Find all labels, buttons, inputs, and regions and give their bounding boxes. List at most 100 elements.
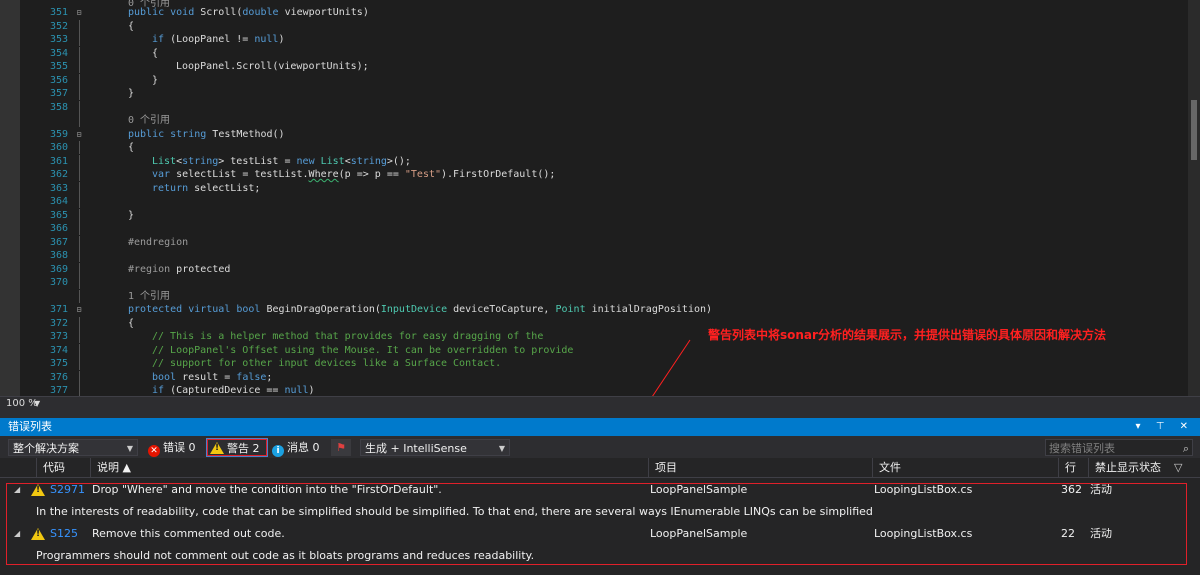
code-text: {	[152, 47, 158, 60]
code-token: (p => p ==	[338, 169, 405, 180]
code-line[interactable]: 352 {	[20, 19, 1180, 33]
code-line[interactable]: 374 // LoopPanel's Offset using the Mouse…	[20, 343, 1180, 357]
code-token: Scroll(	[200, 7, 243, 18]
reference-count[interactable]: 1 个引用	[128, 290, 170, 303]
code-text: var selectList = testList.Where(p => p =…	[152, 168, 555, 181]
reference-count[interactable]: 0 个引用	[128, 114, 170, 127]
code-token: InputDevice	[380, 304, 454, 315]
code-line[interactable]: 356}	[20, 73, 1180, 87]
warnings-filter-button[interactable]: 警告 2	[206, 438, 268, 457]
code-text: public string TestMethod()	[128, 128, 285, 141]
fold-guide	[79, 60, 80, 73]
column-description[interactable]: 说明 ▲	[90, 458, 648, 478]
line-number: 374	[49, 344, 68, 356]
collapse-icon[interactable]: ⊟	[74, 6, 84, 19]
code-line[interactable]: 353 if (LoopPanel != null)	[20, 33, 1180, 46]
code-line[interactable]: 365}	[20, 208, 1180, 222]
line-number: 371	[49, 304, 68, 315]
scrollbar-thumb[interactable]	[1191, 100, 1197, 160]
code-token: // support for other input devices like …	[152, 358, 502, 369]
line-number: 353	[49, 34, 68, 45]
editor-scrollbar[interactable]	[1188, 0, 1200, 396]
code-token: if	[152, 34, 171, 45]
code-token: null	[284, 385, 309, 396]
code-line[interactable]: 368	[20, 249, 1180, 262]
annotation-highlight-box	[6, 483, 1187, 565]
code-line[interactable]: 369 #region protected	[20, 262, 1180, 276]
code-token: }	[128, 209, 135, 221]
code-line[interactable]: 362 var selectList = testList.Where(p => …	[20, 168, 1180, 181]
search-icon[interactable]: ⌕	[1183, 440, 1189, 457]
line-number: 365	[49, 209, 68, 221]
code-text: }	[128, 87, 134, 100]
code-text: List<string> testList = new List<string>…	[152, 155, 411, 168]
code-line[interactable]: 360 {	[20, 141, 1180, 154]
collapse-icon[interactable]: ⊟	[74, 303, 84, 316]
code-line[interactable]: 375 // support for other input devices li…	[20, 357, 1180, 370]
code-line[interactable]: 355 LoopPanel.Scroll(viewportUnits);	[20, 60, 1180, 73]
code-line[interactable]: 0 个引用	[20, 114, 1180, 127]
column-line[interactable]: 行	[1058, 458, 1088, 478]
code-text: bool result = false;	[152, 371, 272, 384]
code-line[interactable]: 359 ⊟ public string TestMethod()	[20, 128, 1180, 141]
filter-funnel-icon[interactable]: ▽	[1168, 458, 1196, 478]
fold-guide	[79, 73, 80, 87]
fold-guide	[79, 222, 80, 235]
code-text: protected virtual bool BeginDragOperatio…	[128, 303, 712, 316]
chevron-down-icon[interactable]: ▼	[34, 397, 40, 410]
code-line[interactable]: 366	[20, 222, 1180, 235]
line-number: 364	[49, 196, 68, 207]
scope-dropdown[interactable]: 整个解决方案 ▼	[8, 439, 138, 456]
code-line[interactable]: 357}	[20, 87, 1180, 100]
code-line[interactable]: 351 ⊟ public void Scroll(double viewportUn…	[20, 6, 1180, 19]
code-token: >();	[386, 155, 411, 167]
fold-guide	[79, 370, 80, 384]
errors-filter-button[interactable]: ✕ 错误 0	[148, 439, 204, 457]
code-text: }	[152, 74, 158, 87]
code-text: return selectList;	[152, 182, 260, 195]
fold-guide	[79, 19, 80, 33]
code-token: null	[254, 34, 279, 45]
chevron-down-icon: ▼	[126, 444, 133, 453]
line-number: 359	[49, 128, 68, 140]
code-line[interactable]: 361 List<string> testList = new List<stri…	[20, 154, 1180, 168]
code-line[interactable]: 363 return selectList;	[20, 181, 1180, 195]
code-token: double	[242, 7, 285, 18]
column-project[interactable]: 项目	[648, 458, 872, 478]
warnings-label: 警告 2	[227, 442, 260, 455]
code-line[interactable]: 358	[20, 100, 1180, 114]
code-line[interactable]: 376 bool result = false;	[20, 370, 1180, 384]
collapse-icon[interactable]: ⊟	[74, 128, 84, 141]
zoom-level[interactable]: 100 %	[6, 397, 38, 410]
column-suppression[interactable]: 禁止显示状态	[1088, 458, 1168, 478]
code-token: protected virtual bool	[128, 304, 267, 315]
window-controls-icon[interactable]: ▾ ⊤ ✕	[1136, 418, 1194, 436]
column-file[interactable]: 文件	[872, 458, 1058, 478]
code-token: public string	[128, 128, 213, 140]
line-number: 356	[49, 74, 68, 86]
code-line[interactable]: 370	[20, 276, 1180, 289]
search-input[interactable]: 搜索错误列表 ⌕	[1045, 439, 1193, 456]
line-number: 363	[49, 182, 68, 194]
code-text: {	[128, 141, 134, 154]
code-editor[interactable]: 0 个引用 351 ⊟ public void Scroll(double view…	[0, 0, 1200, 396]
filter-icon[interactable]: ⚑	[331, 439, 351, 456]
editor-status-bar: 100 % ▼	[0, 396, 1200, 410]
line-number: 352	[49, 20, 68, 32]
code-token: public void	[128, 7, 201, 18]
code-token: string	[350, 155, 387, 167]
build-filter-dropdown[interactable]: 生成 + IntelliSense ▼	[360, 439, 510, 456]
code-line[interactable]: 377 if (CapturedDevice == null)	[20, 384, 1180, 396]
code-line[interactable]: 1 个引用	[20, 289, 1180, 303]
code-line[interactable]: 367 #endregion	[20, 235, 1180, 249]
scope-value: 整个解决方案	[13, 442, 79, 455]
panel-splitter[interactable]	[0, 410, 1200, 418]
code-line[interactable]: 354 {	[20, 46, 1180, 60]
column-code[interactable]: 代码	[36, 458, 90, 478]
fold-guide	[79, 181, 80, 195]
code-line[interactable]: 364	[20, 195, 1180, 208]
fold-guide	[79, 100, 80, 114]
messages-filter-button[interactable]: i 消息 0	[272, 439, 326, 457]
code-line[interactable]: 371 ⊟ protected virtual bool BeginDragOper…	[20, 303, 1180, 316]
code-token: LoopPanel.Scroll(viewportUnits);	[176, 61, 369, 72]
